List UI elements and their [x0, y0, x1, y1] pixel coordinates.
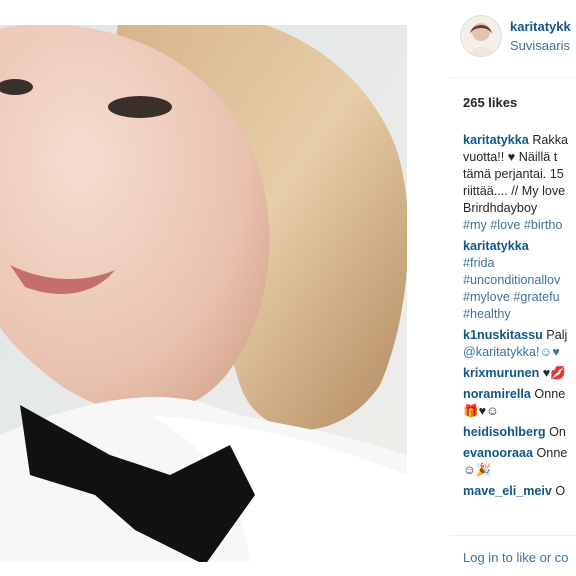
comments-list: karitatykka Rakka vuotta!! ♥ Näillä t tämä…	[463, 132, 576, 504]
hashtag-link[interactable]: @karitatykka!☺♥	[463, 345, 560, 359]
comment-item: mave_eli_meiv O	[463, 483, 576, 500]
likes-count[interactable]: 265 likes	[463, 95, 517, 110]
comment-text: O	[551, 484, 566, 498]
hashtag-link[interactable]: #unconditionallov	[463, 273, 560, 287]
comment-username[interactable]: krixmurunen	[463, 366, 539, 380]
post-location-link[interactable]: Suvisaaris	[510, 38, 570, 53]
child-portrait-image	[0, 25, 407, 562]
hashtag-link[interactable]: #my #love #birtho	[463, 218, 562, 232]
comment-item: karitatykka Rakka vuotta!! ♥ Näillä t tämä…	[463, 132, 576, 234]
comment-text: Onne	[533, 446, 568, 460]
avatar[interactable]	[460, 15, 502, 57]
comment-text: ☺🎉	[463, 463, 492, 477]
comment-item: evanooraaa Onne ☺🎉	[463, 445, 576, 479]
comment-text: vuotta!! ♥ Näillä t	[463, 150, 558, 164]
comment-username[interactable]: heidisohlberg	[463, 425, 546, 439]
post-photo[interactable]	[0, 25, 407, 562]
comment-username[interactable]: mave_eli_meiv	[463, 484, 552, 498]
post-header: karitatykk Suvisaaris	[460, 14, 576, 58]
comment-item: k1nuskitassu Palj @karitatykka!☺♥	[463, 327, 576, 361]
hashtag-link[interactable]: #mylove #gratefu	[463, 290, 560, 304]
footer-divider	[449, 535, 576, 536]
comment-username[interactable]: k1nuskitassu	[463, 328, 543, 342]
comment-item: karitatykka #frida #unconditionallov #mylo…	[463, 238, 576, 323]
hashtag-link[interactable]: #healthy	[463, 307, 511, 321]
comment-text: Brirdhdayboy	[463, 201, 538, 215]
post-sidebar: karitatykk Suvisaaris 265 likes karitaty…	[449, 0, 576, 576]
comment-username[interactable]: karitatykka	[463, 239, 529, 253]
comment-username[interactable]: karitatykka	[463, 133, 529, 147]
comment-text: Rakka	[528, 133, 569, 147]
comment-text: ♥💋	[539, 366, 566, 380]
comment-text: 🎁♥☺	[463, 404, 500, 418]
post-username-link[interactable]: karitatykk	[510, 19, 571, 34]
comment-text: On	[545, 425, 566, 439]
header-divider	[449, 77, 576, 78]
comment-username[interactable]: evanooraaa	[463, 446, 533, 460]
comment-text: tämä perjantai. 15	[463, 167, 564, 181]
comment-text: Onne	[530, 387, 566, 401]
comment-text: Palj	[542, 328, 568, 342]
comment-item: heidisohlberg On	[463, 424, 576, 441]
hashtag-link[interactable]: #frida	[463, 256, 495, 270]
comment-username[interactable]: noramirella	[463, 387, 531, 401]
comment-item: krixmurunen ♥💋	[463, 365, 576, 382]
comment-text: riittää.... // My love	[463, 184, 566, 198]
comment-item: noramirella Onne 🎁♥☺	[463, 386, 576, 420]
login-to-like-link[interactable]: Log in to like or co	[463, 550, 569, 565]
